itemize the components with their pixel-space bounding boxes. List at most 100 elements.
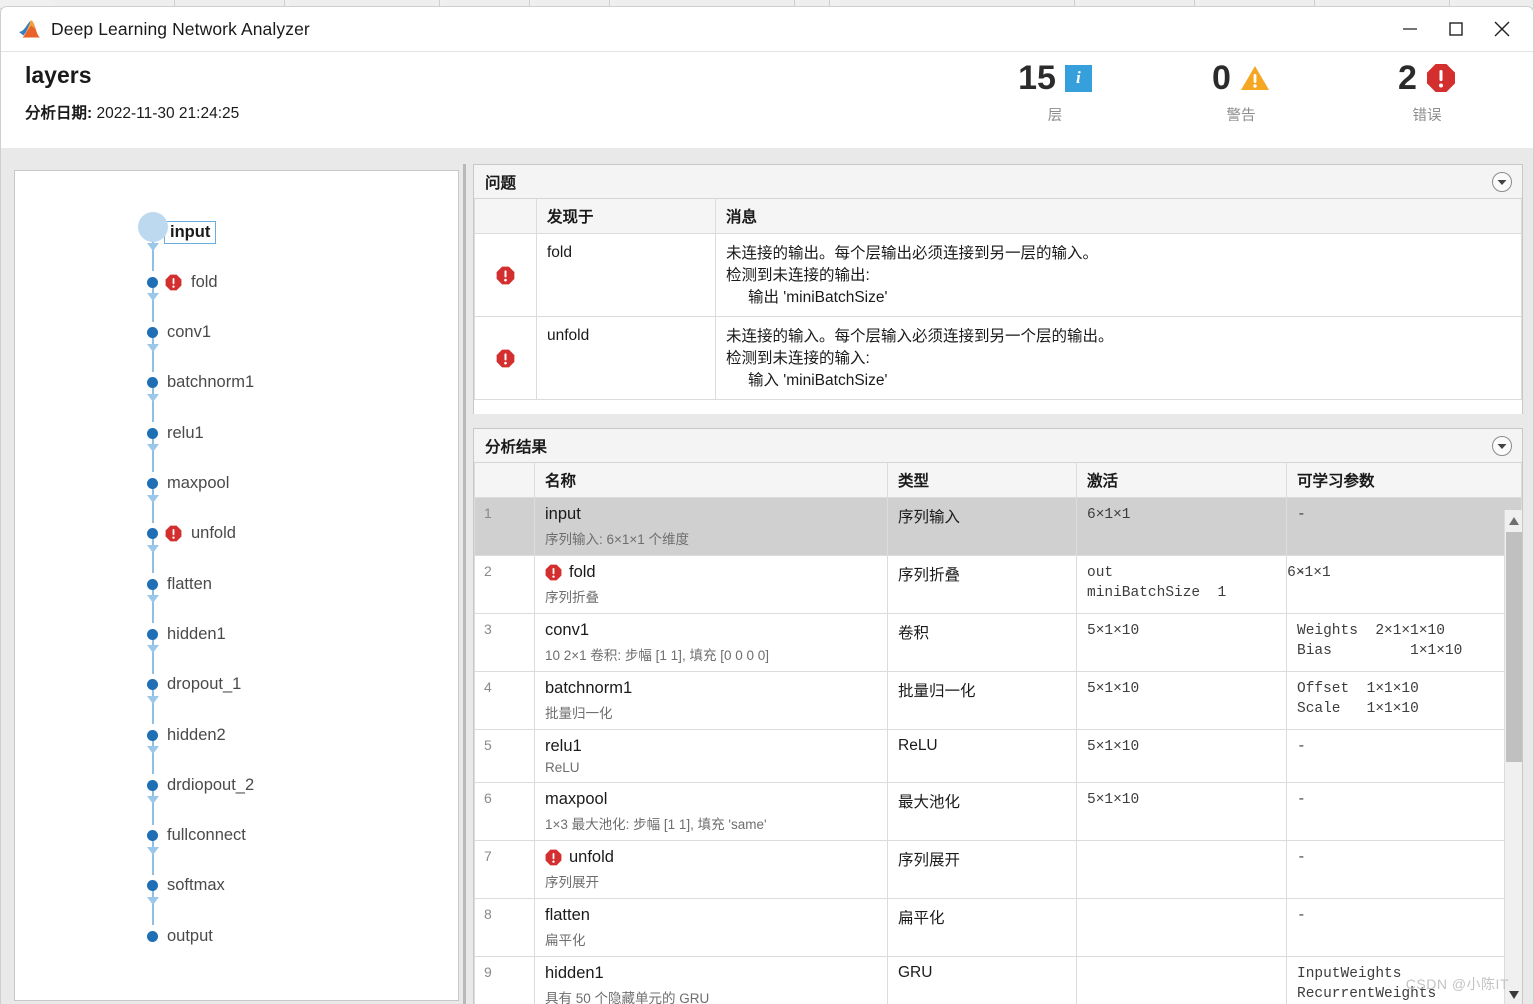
- minimize-button[interactable]: [1387, 7, 1433, 51]
- warning-icon: [1240, 64, 1270, 92]
- results-table: 名称 类型 激活 可学习参数 1 input 序列输入: 6×1×1 个维度 序列输入…: [474, 463, 1522, 1004]
- row-index: 5: [474, 729, 535, 783]
- row-index: 1: [474, 497, 535, 556]
- row-index: 3: [474, 613, 535, 672]
- issues-title: 问题: [485, 174, 517, 192]
- results-row[interactable]: 7 unfold 序列展开 序列展开 -: [474, 840, 1522, 899]
- error-icon: [496, 266, 515, 285]
- graph-node-hidden1[interactable]: hidden1: [147, 623, 226, 645]
- results-col-name[interactable]: 名称: [534, 463, 888, 498]
- results-col-activations[interactable]: 激活: [1076, 463, 1287, 498]
- row-index: 4: [474, 671, 535, 730]
- error-icon: [496, 349, 515, 368]
- graph-node-dropout_1[interactable]: dropout_1: [147, 674, 241, 696]
- graph-node-unfold[interactable]: unfold: [147, 523, 236, 545]
- graph-node-dot: [147, 880, 158, 892]
- row-index: 2: [474, 555, 535, 614]
- results-table-container[interactable]: 名称 类型 激活 可学习参数 1 input 序列输入: 6×1×1 个维度 序列输入…: [474, 463, 1522, 1004]
- issues-col-icon[interactable]: [474, 199, 537, 234]
- title-bar: Deep Learning Network Analyzer: [1, 7, 1533, 52]
- layer-name: relu1: [545, 737, 582, 755]
- stat-errors: 2 错误: [1357, 56, 1497, 125]
- results-row[interactable]: 6 maxpool 1×3 最大池化: 步幅 [1 1], 填充 'same' 最大池…: [474, 782, 1522, 841]
- close-button[interactable]: [1479, 7, 1525, 51]
- graph-arrow-icon: [146, 494, 159, 503]
- chevron-down-icon[interactable]: [1491, 171, 1513, 193]
- layer-learnables: -: [1286, 782, 1522, 841]
- layer-description: 具有 50 个隐藏单元的 GRU: [545, 991, 710, 1004]
- layer-description: 扁平化: [545, 933, 586, 948]
- info-icon: i: [1064, 64, 1092, 92]
- layer-graph[interactable]: input fold conv1 batchnorm1 relu1 maxpool unfo…: [15, 171, 458, 1000]
- results-row[interactable]: 9 hidden1 具有 50 个隐藏单元的 GRU GRU InputWeights …: [474, 956, 1522, 1004]
- layer-description: 序列输入: 6×1×1 个维度: [545, 532, 690, 547]
- scrollbar-thumb[interactable]: [1506, 532, 1522, 762]
- graph-node-hidden2[interactable]: hidden2: [147, 724, 226, 746]
- issues-table-container[interactable]: 发现于 消息 fold 未连接的输出。每个层输出必须连接到另一层的输入。 检测到未连…: [474, 199, 1522, 414]
- graph-node-dot: [147, 427, 158, 439]
- layer-type: 序列折叠: [887, 555, 1077, 614]
- graph-node-relu1[interactable]: relu1: [147, 422, 204, 444]
- graph-node-drdiopout_2[interactable]: drdiopout_2: [147, 774, 254, 796]
- panel-splitter[interactable]: [463, 164, 466, 1004]
- warnings-count: 0: [1212, 59, 1231, 97]
- issue-message-line: 检测到未连接的输出:: [726, 267, 870, 284]
- analysis-date-label: 分析日期:: [25, 105, 93, 122]
- graph-node-dot: [147, 478, 158, 489]
- layer-activations: [1076, 840, 1287, 899]
- triangle-down-icon[interactable]: [1505, 986, 1522, 1004]
- chevron-down-icon[interactable]: [1491, 435, 1513, 457]
- stat-warnings: 0 警告: [1171, 56, 1311, 125]
- layers-count: 15: [1018, 59, 1056, 97]
- results-row[interactable]: 5 relu1 ReLU ReLU 5×1×10-: [474, 729, 1522, 783]
- issues-col-message[interactable]: 消息: [715, 199, 1522, 234]
- graph-arrow-icon: [146, 796, 159, 805]
- maximize-button[interactable]: [1433, 7, 1479, 51]
- results-title: 分析结果: [485, 438, 548, 456]
- results-row[interactable]: 2 fold 序列折叠 序列折叠 out 6×1×1 miniBatchSize 1-: [474, 555, 1522, 614]
- layer-type: 扁平化: [887, 898, 1077, 957]
- results-row[interactable]: 1 input 序列输入: 6×1×1 个维度 序列输入 6×1×1-: [474, 497, 1522, 556]
- graph-node-dot: [147, 528, 158, 540]
- graph-node-conv1[interactable]: conv1: [147, 322, 211, 344]
- layer-name: maxpool: [545, 790, 608, 808]
- results-scrollbar[interactable]: [1504, 510, 1522, 1004]
- layer-activations: 5×1×10: [1076, 613, 1287, 672]
- issues-panel: 问题 发现于 消息 fold 未连接的输出。每个层输出必须连接到另一层的输入。 …: [473, 164, 1523, 414]
- graph-node-batchnorm1[interactable]: batchnorm1: [147, 372, 254, 394]
- layer-activations: 6×1×1: [1076, 497, 1287, 556]
- graph-node-dot: [147, 729, 158, 741]
- content-area: input fold conv1 batchnorm1 relu1 maxpool unfo…: [1, 148, 1533, 1004]
- results-row[interactable]: 3 conv1 10 2×1 卷积: 步幅 [1 1], 填充 [0 0 0 0] 卷…: [474, 613, 1522, 672]
- graph-node-fullconnect[interactable]: fullconnect: [147, 825, 246, 847]
- page-title: layers: [25, 62, 92, 88]
- triangle-up-icon[interactable]: [1505, 512, 1522, 530]
- right-pane: 问题 发现于 消息 fold 未连接的输出。每个层输出必须连接到另一层的输入。 …: [473, 164, 1523, 1004]
- graph-node-softmax[interactable]: softmax: [147, 875, 225, 897]
- graph-arrow-icon: [146, 393, 159, 402]
- graph-node-fold[interactable]: fold: [147, 271, 218, 293]
- results-col-index[interactable]: [474, 463, 535, 498]
- issues-row[interactable]: unfold 未连接的输入。每个层输入必须连接到另一个层的输出。 检测到未连接的输入…: [474, 316, 1522, 400]
- results-col-type[interactable]: 类型: [887, 463, 1077, 498]
- layer-learnables: -: [1286, 840, 1522, 899]
- graph-node-input[interactable]: input: [137, 211, 217, 244]
- layer-name-cell: relu1 ReLU: [534, 729, 888, 783]
- graph-node-flatten[interactable]: flatten: [147, 573, 212, 595]
- graph-node-output[interactable]: output: [147, 925, 213, 947]
- layer-learnables: Weights 2×1×1×10 Bias 1×1×10: [1286, 613, 1522, 672]
- header-bar: layers 分析日期: 2022-11-30 21:24:25 15 i 层 …: [1, 52, 1533, 147]
- results-row[interactable]: 4 batchnorm1 批量归一化 批量归一化 5×1×10 Offset 1×1×10…: [474, 671, 1522, 730]
- error-icon: [545, 849, 562, 866]
- results-header-row: 名称 类型 激活 可学习参数: [474, 463, 1522, 498]
- graph-node-label: flatten: [167, 574, 212, 593]
- graph-node-label: dropout_1: [167, 675, 242, 694]
- results-col-learnables[interactable]: 可学习参数: [1286, 463, 1522, 498]
- layer-graph-panel[interactable]: input fold conv1 batchnorm1 relu1 maxpool unfo…: [14, 170, 459, 1001]
- issues-col-found[interactable]: 发现于: [536, 199, 716, 234]
- graph-node-maxpool[interactable]: maxpool: [147, 473, 229, 495]
- graph-node-label: drdiopout_2: [167, 775, 255, 794]
- results-row[interactable]: 8 flatten 扁平化 扁平化 -: [474, 898, 1522, 957]
- issues-row[interactable]: fold 未连接的输出。每个层输出必须连接到另一层的输入。 检测到未连接的输出: 输出…: [474, 233, 1522, 317]
- layer-type: 批量归一化: [887, 671, 1077, 730]
